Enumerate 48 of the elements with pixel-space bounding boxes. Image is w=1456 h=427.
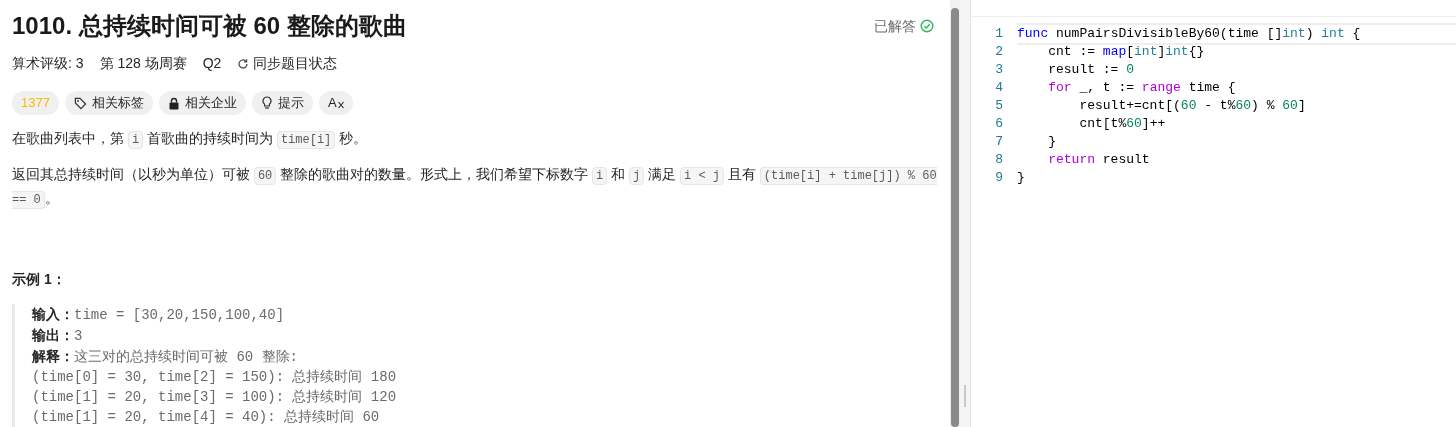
line-number: 8 — [994, 151, 1004, 169]
example-heading: 示例 1： — [12, 270, 67, 289]
lock-icon — [167, 96, 180, 110]
code-line: } — [1047, 133, 1057, 151]
description-paragraph: 返回其总持续时间（以秒为单位）可被 60 整除的歌曲对的数量。形式上，我们希望下标数字 i 和 j 满足 i < j 且有 (time[i] + time[j]) % 60 == 0 。 — [12, 165, 938, 211]
cross-icon — [337, 101, 344, 109]
line-number: 4 — [994, 79, 1004, 97]
example-label: 输入： — [32, 305, 74, 324]
related-companies-button[interactable]: 相关企业 — [158, 91, 246, 115]
code-line: for _, t := range time { — [1047, 79, 1237, 97]
related-tags-button[interactable]: 相关标签 — [64, 91, 153, 115]
line-number: 9 — [994, 169, 1004, 187]
line-number: 3 — [994, 61, 1004, 79]
example-value: (time[0] = 30, time[2] = 150): 总持续时间 180 — [32, 368, 397, 387]
code-line: result+=cnt[(60 - t%60) % 60] — [1078, 97, 1307, 115]
code-line: cnt := map[int]int{} — [1047, 43, 1206, 61]
example-value: time = [30,20,150,100,40] — [74, 306, 285, 325]
problem-title: 1010. 总持续时间可被 60 整除的歌曲 — [12, 11, 407, 41]
line-number: 2 — [994, 43, 1004, 61]
line-number: 6 — [994, 115, 1004, 133]
check-circle-icon — [920, 19, 934, 33]
example-value: 3 — [74, 327, 83, 346]
tag-icon — [73, 96, 87, 110]
example-value: (time[1] = 20, time[4] = 40): 总持续时间 60 — [32, 408, 380, 427]
translate-button[interactable]: A — [318, 91, 353, 115]
example-label: 解释： — [32, 347, 74, 366]
description-paragraph: 在歌曲列表中，第 i 首歌曲的持续时间为 time[i] 秒。 — [12, 129, 369, 151]
resize-handle[interactable] — [964, 385, 966, 407]
sync-button[interactable]: 同步题目状态 — [237, 53, 338, 74]
example-value: 这三对的总持续时间可被 60 整除: — [74, 348, 298, 367]
hint-button[interactable]: 提示 — [251, 91, 313, 115]
example-value: (time[1] = 20, time[3] = 100): 总持续时间 120 — [32, 388, 397, 407]
code-line: } — [1017, 169, 1026, 187]
line-number: 1 — [994, 25, 1004, 43]
refresh-icon — [237, 57, 250, 70]
code-line: result := 0 — [1047, 61, 1136, 79]
line-number: 5 — [994, 97, 1004, 115]
scrollbar-thumb[interactable] — [951, 8, 959, 427]
code-line: return result — [1047, 151, 1151, 169]
rating-text: 算术评级: 3 — [12, 54, 84, 73]
lightbulb-icon — [260, 96, 273, 110]
code-line: cnt[t%60]++ — [1078, 115, 1167, 133]
line-number: 7 — [994, 133, 1004, 151]
solved-status: 已解答 — [874, 16, 916, 36]
example-label: 输出： — [32, 326, 74, 345]
contest-text: 第 128 场周赛 — [99, 54, 187, 73]
question-text: Q2 — [202, 54, 222, 73]
code-line: func numPairsDivisibleBy60(time []int) int { — [1017, 23, 1456, 45]
